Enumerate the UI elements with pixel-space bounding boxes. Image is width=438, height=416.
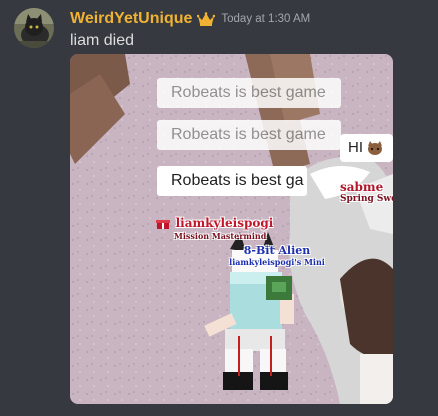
nametag-player2: 8-Bit Alien liamkyleispogi's Mini — [227, 244, 327, 267]
game-chat-bubble: Robeats is best game — [157, 120, 341, 150]
nametag-player3: sabme Spring Sweet — [340, 180, 393, 204]
image-attachment[interactable]: Robeats is best game Robeats is best gam… — [70, 54, 393, 404]
crown-icon — [197, 12, 216, 26]
game-chat-bubble: Robeats is best ga — [157, 166, 307, 196]
message-content: liam died — [70, 32, 135, 49]
player3-subtitle: Spring Sweet — [340, 194, 393, 204]
cat-emoji-icon — [367, 141, 383, 156]
hi-text: HI — [348, 139, 363, 156]
game-chat-bubble: Robeats is best game — [157, 78, 341, 108]
player1-name: liamkyleispogi — [175, 216, 274, 230]
avatar-cat-icon — [14, 8, 54, 48]
user-avatar[interactable] — [14, 8, 54, 48]
message-timestamp[interactable]: Today at 1:30 AM — [221, 13, 310, 25]
username[interactable]: WeirdYetUnique — [70, 10, 192, 28]
gift-icon — [156, 217, 170, 229]
message-header: WeirdYetUnique Today at 1:30 AM — [70, 9, 310, 29]
player3-name: sabme — [340, 180, 384, 194]
hi-chat-bubble: HI — [340, 134, 393, 162]
chat-message: WeirdYetUnique Today at 1:30 AM liam die… — [0, 0, 438, 416]
nametag-player1: liamkyleispogi Mission Mastermind — [156, 212, 273, 241]
player2-subtitle: liamkyleispogi's Mini — [229, 257, 325, 267]
player2-name: 8-Bit Alien — [243, 244, 311, 257]
player1-subtitle: Mission Mastermind — [174, 231, 267, 241]
